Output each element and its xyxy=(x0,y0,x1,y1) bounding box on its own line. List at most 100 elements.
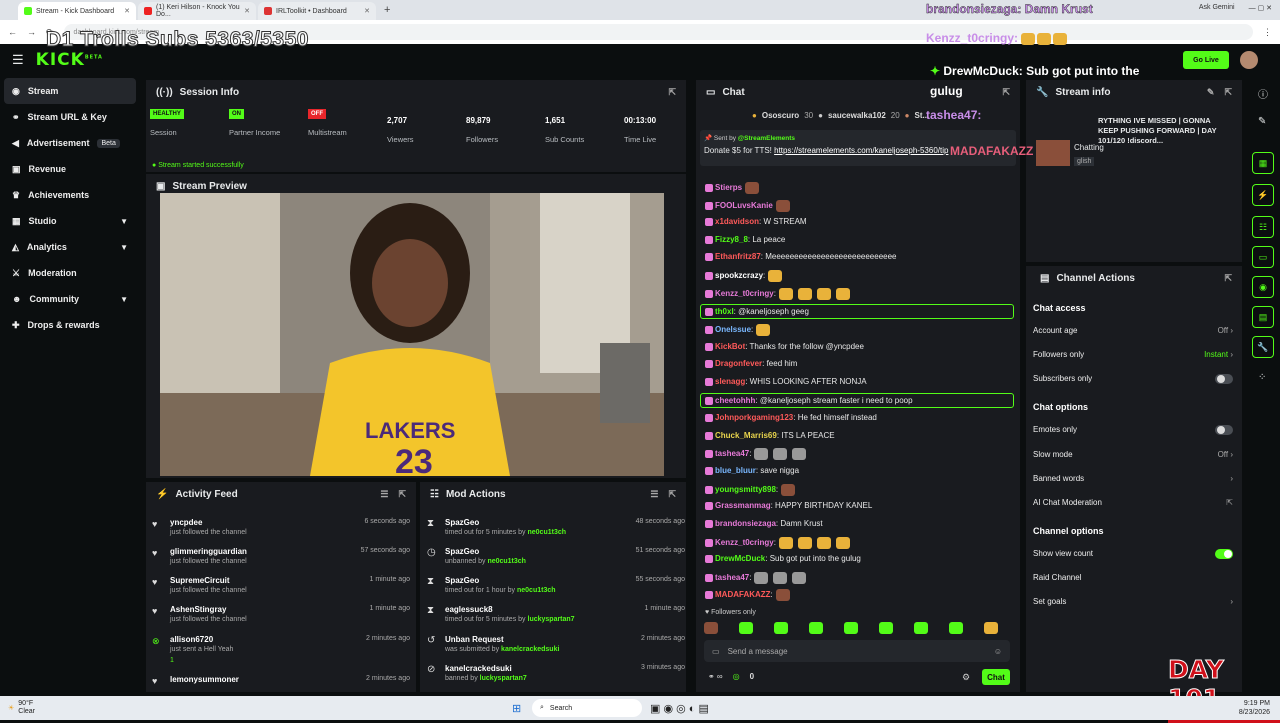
slow-mode-row[interactable]: Slow mode Off › xyxy=(1033,450,1233,464)
browser-tab-irltoolkit[interactable]: IRLToolkit • Dashboard ✕ xyxy=(258,2,376,20)
rail-chat-button[interactable]: ▦ xyxy=(1252,152,1274,174)
points-icon[interactable]: ⚭ ∞ xyxy=(708,672,723,681)
chat-username[interactable]: brandonsiezaga xyxy=(715,519,776,528)
new-tab-button[interactable]: + xyxy=(378,4,396,16)
chat-username[interactable]: Kenzz_t0cringy xyxy=(715,289,774,298)
pinned-user[interactable]: @StreamElements xyxy=(738,135,795,142)
banned-words-row[interactable]: Banned words › xyxy=(1033,474,1233,488)
rail-message-button[interactable]: ▭ xyxy=(1252,246,1274,268)
emote-icon[interactable] xyxy=(984,622,998,634)
activity-user[interactable]: lemonysummoner xyxy=(170,675,239,684)
ai-moderation-row[interactable]: AI Chat Moderation ⇱ xyxy=(1033,498,1233,512)
chat-username[interactable]: Fizzy8_8 xyxy=(715,235,748,244)
chat-username[interactable]: Stierps xyxy=(715,183,742,192)
edit-icon[interactable]: ✎ xyxy=(1258,116,1266,127)
moderator-name[interactable]: luckyspartan7 xyxy=(528,616,575,623)
activity-user[interactable]: allison6720 xyxy=(170,635,213,644)
emote-icon[interactable] xyxy=(914,622,928,634)
popout-icon[interactable]: ⇱ xyxy=(668,489,676,500)
rail-wrench-button[interactable]: 🔧 xyxy=(1252,336,1274,358)
chat-username[interactable]: slenagg xyxy=(715,377,745,386)
taskbar-search[interactable]: ⌕ Search xyxy=(532,699,642,717)
close-tab-icon[interactable]: ✕ xyxy=(244,7,250,15)
chat-username[interactable]: MADAFAKAZZ xyxy=(715,590,771,599)
stream-category[interactable]: Chatting xyxy=(1074,143,1104,152)
rail-layout-button[interactable]: ▤ xyxy=(1252,306,1274,328)
popout-icon[interactable]: ⇱ xyxy=(1224,273,1232,284)
chat-username[interactable]: DrewMcDuck xyxy=(715,554,765,563)
chat-username[interactable]: KickBot xyxy=(715,342,745,351)
mod-target-user[interactable]: SpazGeo xyxy=(445,576,479,585)
emote-icon[interactable] xyxy=(809,622,823,634)
windows-start-icon[interactable]: ⊞ xyxy=(512,702,521,715)
pinned-link[interactable]: https://streamelements.com/kaneljoseph-5… xyxy=(774,146,948,155)
supporter-name[interactable]: Ososcuro xyxy=(762,111,799,120)
chat-username[interactable]: blue_bluur xyxy=(715,466,756,475)
emote-icon[interactable] xyxy=(949,622,963,634)
account-age-row[interactable]: Account age Off › xyxy=(1033,326,1233,340)
forward-icon[interactable]: → xyxy=(27,27,36,37)
chat-username[interactable]: th0xl xyxy=(715,307,734,316)
followers-only-row[interactable]: Followers only Instant › xyxy=(1033,350,1233,364)
chat-settings-icon[interactable]: ⚙ xyxy=(962,672,970,683)
popout-icon[interactable]: ⇱ xyxy=(668,87,676,98)
sidebar-item-moderation[interactable]: ⚔ Moderation xyxy=(4,260,136,286)
chat-username[interactable]: tashea47 xyxy=(715,449,749,458)
sidebar-item-analytics[interactable]: ◭ Analytics ▼ xyxy=(4,234,136,260)
chat-username[interactable]: Dragonfever xyxy=(715,359,762,368)
back-icon[interactable]: ← xyxy=(8,27,17,37)
activity-user[interactable]: yncpdee xyxy=(170,518,202,527)
chat-input[interactable]: ▭ Send a message ☺ xyxy=(704,640,1010,662)
filter-icon[interactable]: ☰ xyxy=(380,489,388,500)
rail-mod-button[interactable]: ☷ xyxy=(1252,216,1274,238)
rail-broadcast-button[interactable]: ◉ xyxy=(1252,276,1274,298)
edit-icon[interactable]: ✎ xyxy=(1207,87,1215,98)
moderator-name[interactable]: kanelcrackedsuki xyxy=(501,646,559,653)
kick-logo[interactable]: KICKBETA xyxy=(36,50,103,70)
taskbar-app-icons[interactable]: ▣ ◉ ◎ ◐ ▤ xyxy=(650,702,709,715)
ask-gemini-button[interactable]: Ask Gemini xyxy=(1199,4,1235,12)
browser-tab-kick[interactable]: Stream - Kick Dashboard ✕ xyxy=(18,2,136,20)
chat-username[interactable]: Ethanfritz87 xyxy=(715,252,761,261)
sidebar-item-studio[interactable]: ▦ Studio ▼ xyxy=(4,208,136,234)
chat-username[interactable]: youngsmitty898 xyxy=(715,485,776,494)
chat-username[interactable]: Chuck_Marris69 xyxy=(715,431,777,440)
chat-username[interactable]: Kenzz_t0cringy xyxy=(715,538,774,547)
supporter-name[interactable]: saucewalka102 xyxy=(828,111,886,120)
extensions-icon[interactable]: ⋮ xyxy=(1263,27,1272,38)
sidebar-item-advertisement[interactable]: ◀ Advertisement Beta xyxy=(4,130,136,156)
emoji-icon[interactable]: ☺ xyxy=(994,647,1002,656)
moderator-name[interactable]: ne0cu1t3ch xyxy=(517,587,556,594)
close-tab-icon[interactable]: ✕ xyxy=(124,7,130,15)
chat-username[interactable]: cheetohhh xyxy=(715,396,755,405)
mod-target-user[interactable]: SpazGeo xyxy=(445,518,479,527)
sidebar-item-achievements[interactable]: ♛ Achievements xyxy=(4,182,136,208)
raid-channel-row[interactable]: Raid Channel xyxy=(1033,573,1233,587)
emote-icon[interactable] xyxy=(879,622,893,634)
browser-tab-youtube[interactable]: (1) Keri Hilson - Knock You Do... ✕ xyxy=(138,2,256,20)
activity-user[interactable]: glimmeringguardian xyxy=(170,547,247,556)
show-view-count-toggle[interactable] xyxy=(1215,549,1233,559)
filter-icon[interactable]: ☰ xyxy=(650,489,658,500)
mod-target-user[interactable]: Unban Request xyxy=(445,635,504,644)
sidebar-item-revenue[interactable]: ▣ Revenue xyxy=(4,156,136,182)
chat-username[interactable]: tashea47 xyxy=(715,573,749,582)
chat-username[interactable]: FOOLuvsKanie xyxy=(715,201,773,210)
chat-username[interactable]: spookzcrazy xyxy=(715,271,763,280)
chat-username[interactable]: Onelssue xyxy=(715,325,751,334)
rail-activity-button[interactable]: ⚡ xyxy=(1252,184,1274,206)
apps-icon[interactable]: ⁘ xyxy=(1258,372,1266,383)
moderator-name[interactable]: ne0cu1t3ch xyxy=(487,558,526,565)
emote-icon[interactable] xyxy=(774,622,788,634)
moderator-name[interactable]: luckyspartan7 xyxy=(480,675,527,682)
popout-icon[interactable]: ⇱ xyxy=(398,489,406,500)
chat-username[interactable]: x1davidson xyxy=(715,217,759,226)
set-goals-row[interactable]: Set goals › xyxy=(1033,597,1233,611)
moderator-name[interactable]: ne0cu1t3ch xyxy=(528,529,567,536)
mod-target-user[interactable]: SpazGeo xyxy=(445,547,479,556)
menu-icon[interactable]: ☰ xyxy=(12,52,24,68)
chat-username[interactable]: Grassmanmag xyxy=(715,501,771,510)
chat-username[interactable]: Johnporkgaming123 xyxy=(715,413,793,422)
mod-target-user[interactable]: eaglessuck8 xyxy=(445,605,493,614)
activity-user[interactable]: SupremeCircuit xyxy=(170,576,230,585)
